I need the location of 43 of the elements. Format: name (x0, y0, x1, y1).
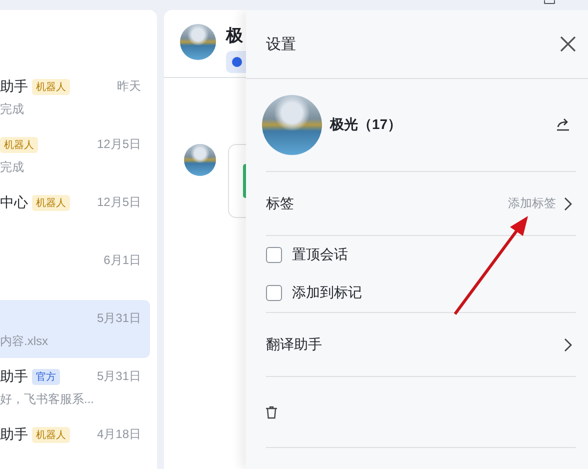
chat-icon (232, 57, 242, 67)
message-preview: 完成 (0, 159, 24, 176)
conversation-item[interactable]: 助手 机器人 昨天 完成 (0, 68, 150, 126)
conversation-time: 4月18日 (96, 426, 141, 443)
value-text: 添加标签 (508, 195, 556, 212)
settings-item[interactable]: 标签 添加标签 (266, 172, 576, 235)
conversation-time: 6月1日 (104, 252, 141, 269)
chevron-icon (564, 338, 572, 352)
conversation-name: 助手 (0, 368, 28, 386)
conversation-time: 12月5日 (96, 136, 141, 153)
avatar-photo (184, 144, 216, 176)
tag-label: 机器人 (32, 78, 70, 94)
conversation-item[interactable]: 助手 官方 5月31日 好，飞书客服系... (0, 358, 150, 416)
settings-item[interactable]: 翻译助手 (266, 313, 576, 376)
conversation-name: 助手 (0, 78, 28, 96)
maximize-icon[interactable] (544, 0, 555, 4)
conversation-time: 昨天 (117, 78, 141, 95)
trash-icon[interactable] (266, 406, 277, 418)
checkbox[interactable] (266, 247, 282, 263)
message-preview: 好，飞书客服系... (0, 391, 94, 408)
conversation-name: 中心 (0, 194, 28, 212)
panel-title: 设置 (266, 34, 296, 54)
close-icon[interactable] (560, 36, 576, 52)
checkbox[interactable] (266, 285, 282, 301)
chevron-icon (564, 196, 572, 210)
tag-label: 官方 (32, 368, 60, 384)
group-name: 极光（17） (330, 116, 402, 134)
conversation-time: 12月5日 (96, 194, 141, 211)
message-preview: 完成 (0, 101, 24, 118)
conversation-time: 5月31日 (96, 368, 141, 385)
avatar-photo (180, 24, 216, 60)
conversation-item[interactable]: 助手 机器人 4月18日 (0, 416, 150, 469)
chat-title: 极 (226, 25, 244, 47)
conversation-time: 5月31日 (96, 310, 141, 327)
checkbox-label: 添加到标记 (292, 284, 362, 302)
conversation-name: 助手 (0, 426, 28, 444)
message-preview: 内容.xlsx (0, 333, 48, 350)
tag-label: 机器人 (32, 194, 70, 210)
conversation-item[interactable]: 中心 机器人 12月5日 (0, 184, 150, 242)
tag-label: 机器人 (32, 426, 70, 442)
tag-label: 机器人 (0, 136, 38, 152)
checkbox-label: 置顶会话 (292, 246, 348, 264)
share-icon[interactable] (556, 118, 570, 132)
